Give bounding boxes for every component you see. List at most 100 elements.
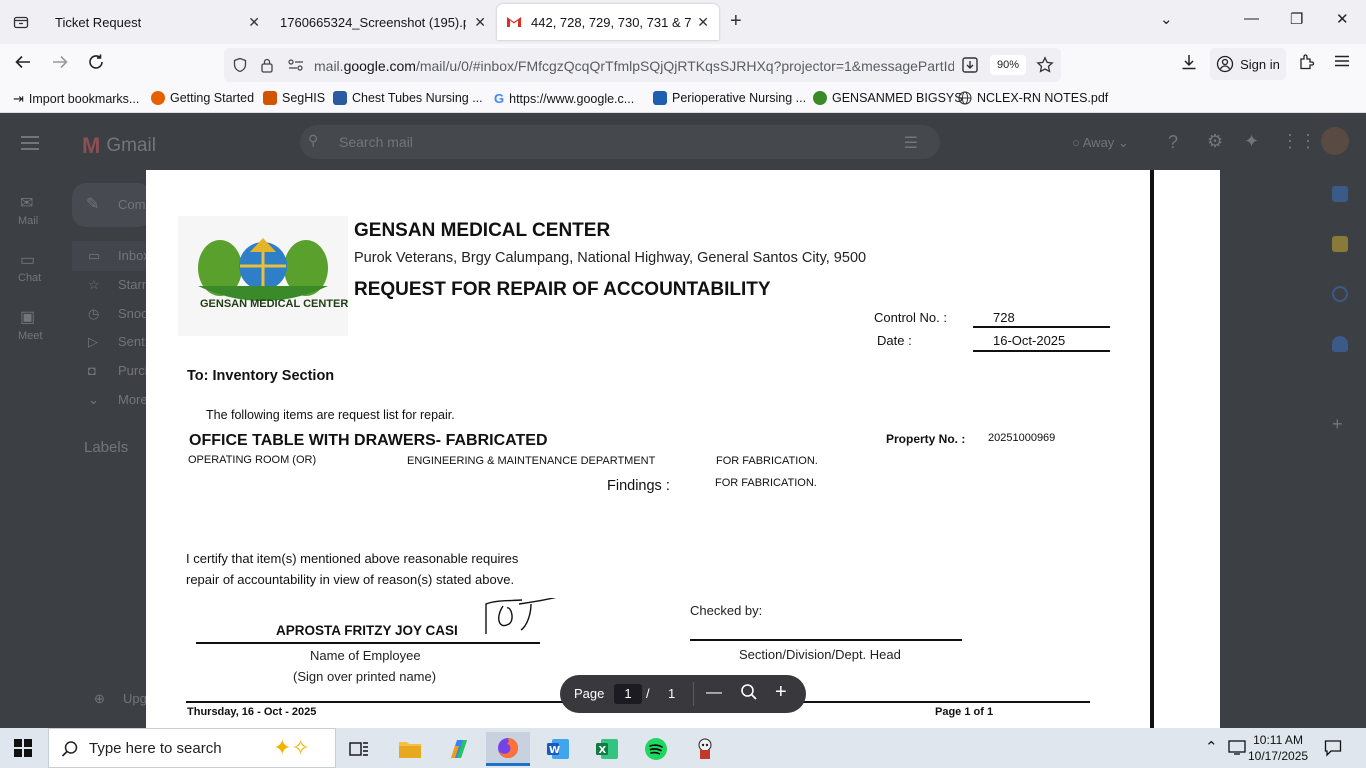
file-explorer-icon[interactable] (388, 732, 432, 766)
navigation-toolbar: mail.google.com/mail/u/0/#inbox/FMfcgzQc… (0, 44, 1366, 86)
settings-gear-icon[interactable]: ⚙ (1207, 131, 1223, 152)
chat-icon[interactable]: ▭ (20, 250, 35, 270)
org-name: GENSAN MEDICAL CENTER (354, 220, 611, 241)
windows-start-icon[interactable] (14, 739, 32, 762)
zoom-out-icon[interactable]: — (706, 684, 722, 702)
notifications-icon[interactable] (1324, 739, 1342, 757)
toolbar-divider (693, 682, 694, 706)
apps-grid-icon[interactable]: ⋮⋮ (1281, 131, 1317, 152)
bookmark-seghis[interactable]: SegHIS (263, 91, 325, 105)
copilot-sparkle-icon[interactable]: ✦✧ (273, 735, 310, 761)
zoom-level-badge[interactable]: 90% (990, 55, 1026, 75)
date-label: Date : (877, 333, 912, 348)
save-to-pocket-icon[interactable] (961, 56, 979, 74)
gmail-search-box[interactable]: ⚲ Search mail ☰ (300, 125, 940, 159)
tab-bar: Ticket Request ✕ 1760665324_Screenshot (… (0, 0, 1366, 44)
taskbar-search-placeholder: Type here to search (89, 740, 222, 757)
taskbar-search-box[interactable]: Type here to search ✦✧ (48, 728, 336, 768)
contacts-icon[interactable] (1332, 336, 1348, 352)
gmail-side-panel: + (1322, 170, 1366, 728)
avatar[interactable] (1321, 127, 1349, 155)
zoom-in-icon[interactable]: + (775, 681, 787, 704)
task-view-icon[interactable] (337, 732, 381, 766)
bookmark-chest-tubes[interactable]: Chest Tubes Nursing ... (333, 91, 483, 105)
chevron-up-icon[interactable]: ⌃ (1205, 738, 1218, 756)
sign-in-button[interactable]: Sign in (1210, 48, 1286, 80)
bookmark-nclex[interactable]: NCLEX-RN NOTES.pdf (958, 91, 1108, 105)
help-icon[interactable]: ? (1168, 132, 1178, 153)
tab-title: Ticket Request (55, 14, 142, 30)
tab-gmail-active[interactable]: 442, 728, 729, 730, 731 & 732. - ✕ (497, 4, 719, 40)
close-icon[interactable]: ✕ (697, 14, 709, 31)
tab-list-icon (13, 16, 29, 29)
reload-icon[interactable] (87, 53, 105, 76)
inbox-icon: ▭ (88, 248, 101, 263)
filter-icon[interactable]: ☰ (904, 133, 918, 153)
minimize-icon[interactable]: — (1244, 10, 1259, 27)
property-no-label: Property No. : (886, 432, 966, 446)
status-away[interactable]: ○ Away ⌄ (1072, 135, 1129, 151)
page-number-input[interactable]: 1 (614, 684, 642, 704)
copilot-icon[interactable] (437, 732, 481, 766)
window-close-icon[interactable]: ✕ (1336, 10, 1349, 28)
back-arrow-icon[interactable] (14, 53, 32, 76)
firefox-taskbar-icon[interactable] (486, 732, 530, 766)
new-tab-button[interactable]: + (730, 10, 742, 33)
rail-meet-label: Meet (18, 330, 43, 342)
search-icon (61, 741, 78, 757)
excel-icon[interactable]: X (585, 732, 629, 766)
add-addon-icon[interactable]: + (1332, 414, 1343, 435)
word-icon[interactable]: W (536, 732, 580, 766)
sidebar-item-more[interactable]: More (118, 392, 148, 407)
control-no-value: 728 (993, 310, 1015, 325)
chevron-down-icon[interactable]: ⌄ (1160, 10, 1173, 28)
permissions-icon[interactable] (288, 58, 304, 72)
bookmarks-toolbar: ⇥ Import bookmarks... Getting Started Se… (0, 86, 1366, 113)
sidebar-item-sent[interactable]: Sent (118, 334, 145, 349)
address-bar[interactable]: mail.google.com/mail/u/0/#inbox/FMfcgzQc… (224, 48, 1061, 82)
bookmark-getting-started[interactable]: Getting Started (151, 91, 254, 105)
gensan-icon (813, 91, 827, 105)
tasks-icon[interactable] (1332, 286, 1348, 302)
gemini-icon[interactable]: ✦ (1244, 131, 1259, 152)
tab-ticket-request[interactable]: Ticket Request ✕ (42, 0, 270, 44)
close-icon[interactable]: ✕ (248, 14, 260, 31)
main-menu-icon[interactable] (20, 135, 40, 156)
date-underline (973, 350, 1110, 352)
bookmark-star-icon[interactable] (1036, 56, 1054, 74)
list-all-tabs-button[interactable] (0, 0, 42, 44)
meet-icon[interactable]: ▣ (20, 307, 35, 327)
keep-icon[interactable] (1332, 236, 1348, 252)
tab-screenshot[interactable]: 1760665324_Screenshot (195).png ( ✕ (270, 0, 496, 44)
bookmark-import[interactable]: ⇥ Import bookmarks... (13, 91, 139, 107)
system-clock[interactable]: 10:11 AM 10/17/2025 (1248, 732, 1308, 764)
extensions-icon[interactable] (1298, 53, 1316, 76)
close-icon[interactable]: ✕ (474, 14, 486, 31)
employee-name: APROSTA FRITZY JOY CASI (276, 623, 458, 638)
game-character-icon[interactable] (683, 732, 727, 766)
import-icon: ⇥ (13, 91, 24, 106)
footer-page-count: Page 1 of 1 (935, 706, 994, 718)
bookmark-google[interactable]: G https://www.google.c... (494, 91, 634, 106)
lock-icon[interactable] (260, 57, 274, 73)
ce-icon (333, 91, 347, 105)
compose-button[interactable]: Compose ✎ (72, 183, 174, 227)
head-caption: Section/Division/Dept. Head (739, 647, 901, 662)
zoom-reset-icon[interactable] (740, 683, 758, 704)
findings-value: FOR FABRICATION. (715, 477, 817, 489)
menu-icon[interactable] (1334, 53, 1350, 74)
network-icon[interactable] (1228, 739, 1246, 755)
mail-icon[interactable]: ✉ (20, 193, 33, 213)
checked-by-label: Checked by: (690, 603, 763, 618)
calendar-icon[interactable] (1332, 186, 1348, 202)
tab-title: 1760665324_Screenshot (195).png ( (280, 14, 466, 30)
shield-icon[interactable] (232, 57, 248, 73)
bookmark-perioperative[interactable]: Perioperative Nursing ... (653, 91, 806, 105)
downloads-icon[interactable] (1180, 53, 1198, 76)
forward-arrow-icon[interactable] (51, 53, 69, 76)
bookmark-gensanmed-bigsys[interactable]: GENSANMED BIGSYS (813, 91, 963, 105)
head-signature-line (690, 639, 962, 641)
pencil-icon: ✎ (86, 196, 100, 213)
spotify-icon[interactable] (634, 732, 678, 766)
restore-icon[interactable]: ❐ (1290, 10, 1303, 28)
